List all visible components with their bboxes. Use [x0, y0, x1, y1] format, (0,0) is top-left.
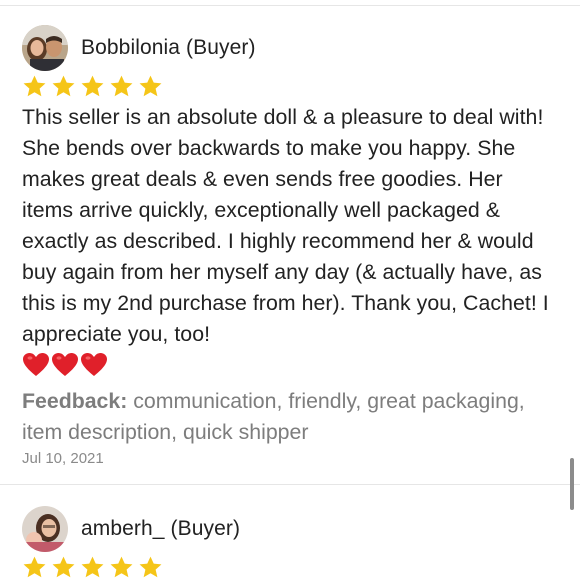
- star-icon: [110, 556, 133, 577]
- review-card: amberh_ (Buyer): [22, 506, 558, 580]
- reviewer-row: Bobbilonia (Buyer): [22, 25, 558, 71]
- star-rating: [22, 553, 558, 580]
- star-icon: [23, 75, 46, 96]
- review-card: Bobbilonia (Buyer) This seller is an abs…: [22, 25, 558, 467]
- review-date: Jul 10, 2021: [22, 450, 104, 467]
- star-icon: [23, 556, 46, 577]
- star-icon: [139, 75, 162, 96]
- reviewer-row: amberh_ (Buyer): [22, 506, 558, 552]
- review-divider: [0, 484, 580, 485]
- reviewer-name[interactable]: amberh_ (Buyer): [81, 517, 240, 541]
- star-icon: [81, 556, 104, 577]
- avatar[interactable]: [22, 25, 68, 71]
- heart-icon: [81, 353, 107, 376]
- star-icon: [110, 75, 133, 96]
- star-icon: [81, 75, 104, 96]
- scrollbar-thumb[interactable]: [570, 458, 574, 510]
- avatar[interactable]: [22, 506, 68, 552]
- star-icon: [139, 556, 162, 577]
- heart-emojis: [22, 350, 558, 380]
- reviews-page: Bobbilonia (Buyer) This seller is an abs…: [0, 0, 580, 580]
- heart-icon: [23, 353, 49, 376]
- star-icon: [52, 75, 75, 96]
- star-rating: [22, 72, 558, 100]
- review-text: This seller is an absolute doll & a plea…: [22, 105, 549, 346]
- feedback-label: Feedback:: [22, 389, 128, 413]
- top-divider: [0, 5, 580, 6]
- reviewer-name[interactable]: Bobbilonia (Buyer): [81, 36, 256, 60]
- star-icon: [52, 556, 75, 577]
- feedback-tags: Feedback: communication, friendly, great…: [22, 386, 558, 448]
- heart-icon: [52, 353, 78, 376]
